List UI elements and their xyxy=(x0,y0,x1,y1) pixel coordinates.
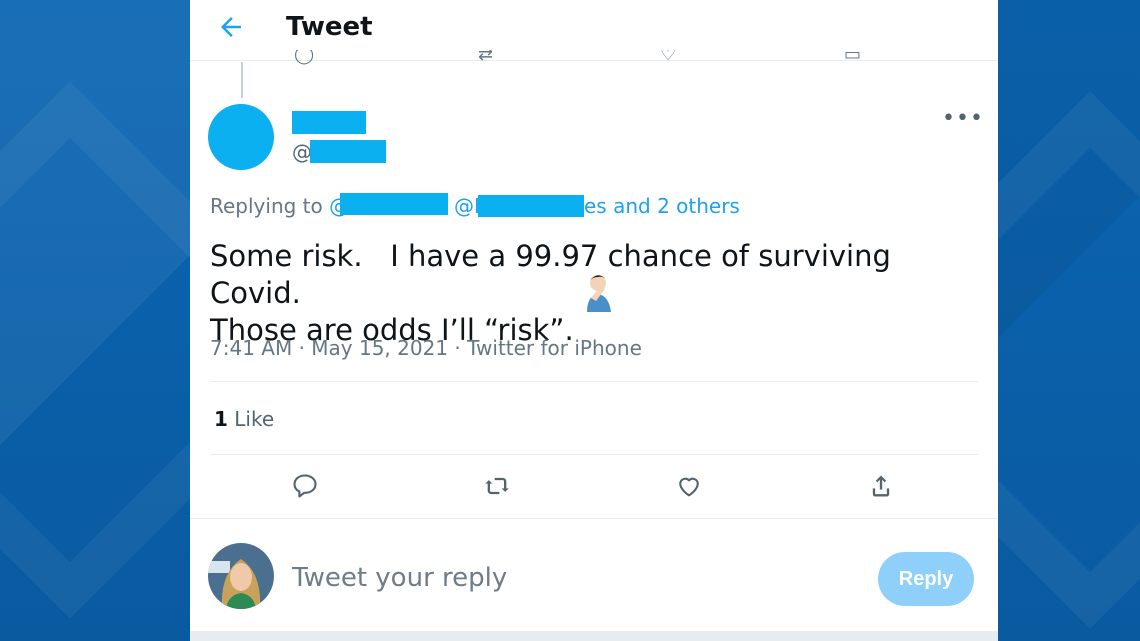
divider xyxy=(210,381,978,382)
author-handle-redacted[interactable] xyxy=(310,140,386,163)
reply-input[interactable]: Tweet your reply xyxy=(292,563,507,593)
mention-two[interactable]: @I xyxy=(454,194,480,218)
previous-tweet-actions-partial: ◯ ⇄ ♡ ▭ xyxy=(190,50,998,72)
comment-icon[interactable]: ◯ xyxy=(294,50,314,65)
thread-line xyxy=(241,62,243,98)
facepalm-emoji xyxy=(583,272,617,312)
background-right-pattern xyxy=(998,0,1140,641)
replying-to: Replying to @T xyxy=(210,194,361,218)
like-count-number: 1 xyxy=(214,407,228,431)
retweet-icon[interactable]: ⇄ xyxy=(478,50,493,65)
mention-tail[interactable]: es and 2 others xyxy=(584,194,740,218)
heart-icon[interactable]: ♡ xyxy=(660,50,676,65)
divider xyxy=(210,454,978,455)
mention-two-redacted xyxy=(478,195,584,217)
author-avatar-redacted[interactable] xyxy=(208,104,274,170)
current-user-avatar[interactable] xyxy=(208,543,274,609)
reply-composer: Tweet your reply Reply xyxy=(190,518,998,632)
page-title: Tweet xyxy=(286,12,373,42)
replying-mention-two: @I xyxy=(454,194,480,218)
author-handle-prefix: @ xyxy=(292,140,312,164)
comment-icon[interactable] xyxy=(288,469,322,503)
likes-count[interactable]: 1 Like xyxy=(214,407,274,431)
share-icon[interactable]: ▭ xyxy=(844,50,861,65)
retweet-icon[interactable] xyxy=(480,469,514,503)
bottom-strip xyxy=(190,631,998,641)
arrow-left-icon[interactable] xyxy=(216,12,246,42)
mention-one-redacted xyxy=(340,193,448,215)
author-name-redacted[interactable] xyxy=(292,111,366,134)
replying-prefix: Replying to xyxy=(210,194,330,218)
tweet-panel: Tweet ◯ ⇄ ♡ ▭ @ ••• Replying to @T @I es… xyxy=(190,0,998,641)
more-dots-icon[interactable]: ••• xyxy=(942,106,984,131)
replying-others: es and 2 others xyxy=(584,194,740,218)
heart-icon[interactable] xyxy=(672,469,706,503)
tweet-meta: 7:41 AM · May 15, 2021 · Twitter for iPh… xyxy=(210,336,642,360)
background-left-pattern xyxy=(0,0,190,641)
reply-button[interactable]: Reply xyxy=(878,552,974,606)
share-icon[interactable] xyxy=(864,469,898,503)
like-count-label: Like xyxy=(227,407,275,431)
